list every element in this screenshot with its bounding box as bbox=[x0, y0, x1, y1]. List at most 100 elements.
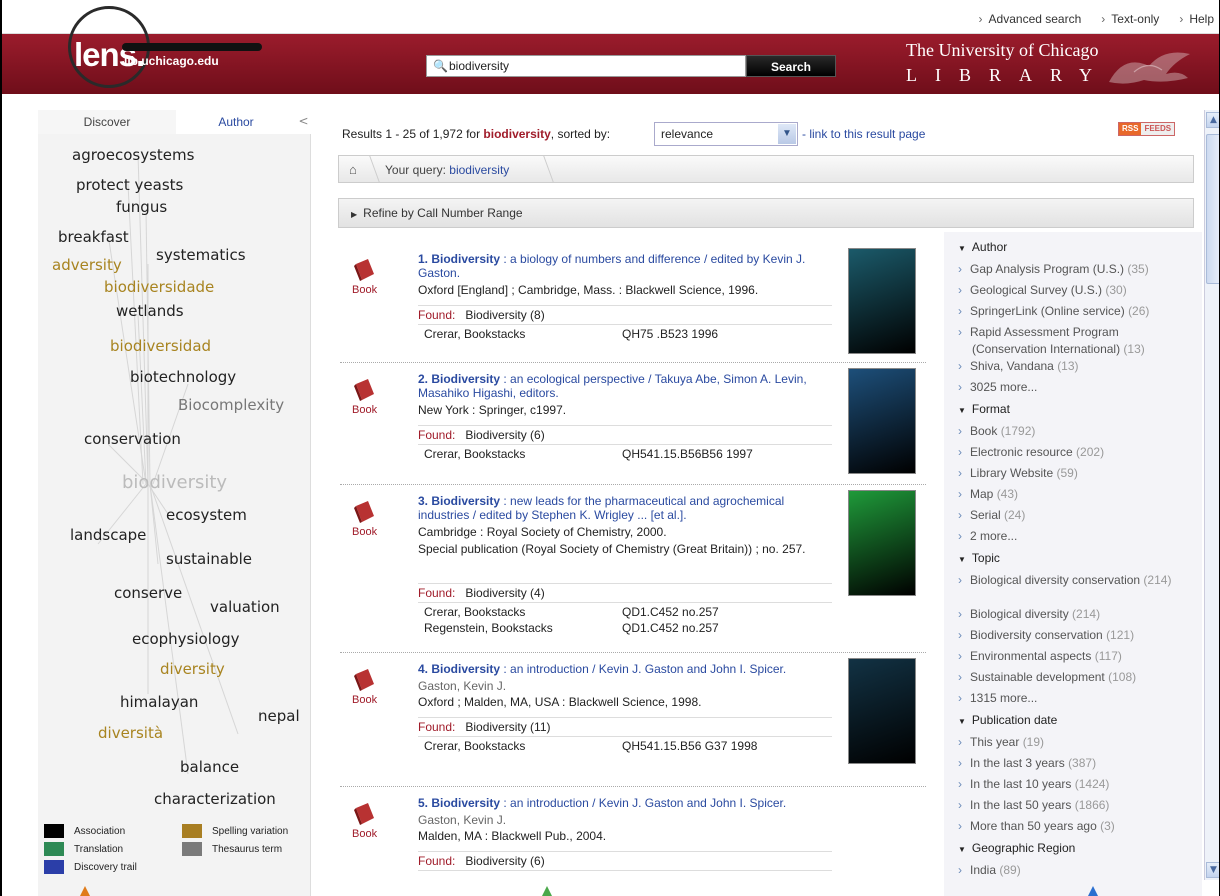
facet-item[interactable]: › Shiva, Vandana (13) bbox=[958, 358, 1194, 375]
scroll-thumb[interactable] bbox=[1206, 134, 1219, 284]
facet-item[interactable]: › India (89) bbox=[958, 862, 1194, 879]
result-title[interactable]: 5. Biodiversity : an introduction / Kevi… bbox=[418, 796, 838, 810]
book-cover-image[interactable] bbox=[848, 658, 916, 764]
facet-item[interactable]: › Biological diversity conservation (214) bbox=[958, 572, 1194, 589]
sort-select[interactable]: relevance ▼ bbox=[654, 122, 798, 146]
logo-url: lib.uchicago.edu bbox=[124, 54, 219, 68]
cloud-term[interactable]: valuation bbox=[210, 598, 280, 616]
facet-item[interactable]: › Environmental aspects (117) bbox=[958, 648, 1194, 665]
book-cover-image[interactable] bbox=[848, 490, 916, 596]
result-series: Special publication (Royal Society of Ch… bbox=[418, 542, 806, 556]
link-to-result-page[interactable]: - link to this result page bbox=[802, 127, 925, 141]
facet-heading[interactable]: ▼ Format bbox=[958, 402, 1010, 416]
uchicago-library-logo[interactable]: The University of Chicago LIBRARY bbox=[906, 40, 1110, 86]
scroll-up-icon[interactable]: ▲ bbox=[1206, 112, 1219, 128]
result-title[interactable]: 1. Biodiversity : a biology of numbers a… bbox=[418, 252, 838, 280]
cloud-term[interactable]: diversity bbox=[160, 660, 225, 678]
facet-item[interactable]: › Serial (24) bbox=[958, 507, 1194, 524]
facet-item[interactable]: › 3025 more... bbox=[958, 379, 1194, 396]
cloud-term[interactable]: sustainable bbox=[166, 550, 252, 568]
facet-item[interactable]: › Gap Analysis Program (U.S.) (35) bbox=[958, 261, 1194, 278]
cloud-term[interactable]: landscape bbox=[70, 526, 146, 544]
scrollbar[interactable]: ▲ ▼ bbox=[1204, 110, 1219, 880]
facet-item[interactable]: › Rapid Assessment Program (Conservation … bbox=[958, 324, 1194, 358]
cloud-term[interactable]: protect yeasts bbox=[76, 176, 183, 194]
search-input[interactable] bbox=[449, 58, 739, 74]
facet-item[interactable]: › Electronic resource (202) bbox=[958, 444, 1194, 461]
facet-heading[interactable]: ▼ Geographic Region bbox=[958, 841, 1075, 855]
cloud-term[interactable]: biodiversidade bbox=[104, 278, 214, 296]
cloud-term[interactable]: fungus bbox=[116, 198, 167, 216]
home-icon[interactable]: ⌂ bbox=[349, 162, 357, 177]
result-publisher: Malden, MA : Blackwell Pub., 2004. bbox=[418, 829, 607, 843]
text-only-link[interactable]: › Text-only bbox=[1101, 12, 1159, 26]
legend-label: Spelling variation bbox=[212, 825, 289, 837]
result-title[interactable]: 3. Biodiversity : new leads for the phar… bbox=[418, 494, 838, 522]
cloud-term[interactable]: biotechnology bbox=[130, 368, 236, 386]
facet-item[interactable]: › 1315 more... bbox=[958, 690, 1194, 707]
result-title[interactable]: 4. Biodiversity : an introduction / Kevi… bbox=[418, 662, 838, 676]
cloud-term[interactable]: Biocomplexity bbox=[178, 396, 284, 414]
rss-icon: RSS bbox=[1119, 123, 1142, 135]
facet-item[interactable]: › In the last 50 years (1866) bbox=[958, 797, 1194, 814]
legend-swatch bbox=[44, 860, 64, 874]
tab-discover[interactable]: Discover bbox=[38, 110, 176, 134]
tab-author[interactable]: Author bbox=[176, 110, 296, 134]
cloud-term[interactable]: agroecosystems bbox=[72, 146, 194, 164]
triangle-down-icon: ▼ bbox=[958, 406, 966, 415]
cloud-term[interactable]: balance bbox=[180, 758, 239, 776]
facet-item[interactable]: › Sustainable development (108) bbox=[958, 669, 1194, 686]
cloud-term[interactable]: breakfast bbox=[58, 228, 129, 246]
cloud-term[interactable]: characterization bbox=[154, 790, 276, 808]
help-link[interactable]: › Help bbox=[1179, 12, 1214, 26]
facet-item[interactable]: › In the last 3 years (387) bbox=[958, 755, 1194, 772]
cloud-term[interactable]: biodiversity bbox=[122, 472, 227, 493]
cloud-term[interactable]: systematics bbox=[156, 246, 246, 264]
holding-row: Crerar, Bookstacks QH541.15.B56B56 1997 bbox=[424, 447, 753, 461]
advanced-search-link[interactable]: › Advanced search bbox=[979, 12, 1082, 26]
refine-call-number[interactable]: ▶ Refine by Call Number Range bbox=[338, 198, 1194, 228]
facet-item[interactable]: › SpringerLink (Online service) (26) bbox=[958, 303, 1194, 320]
cloud-term[interactable]: wetlands bbox=[116, 302, 184, 320]
cloud-term[interactable]: conservation bbox=[84, 430, 181, 448]
facet-item[interactable]: › Library Website (59) bbox=[958, 465, 1194, 482]
book-cover-image[interactable] bbox=[848, 248, 916, 354]
cloud-term[interactable]: ecosystem bbox=[166, 506, 247, 524]
facet-item[interactable]: › Biological diversity (214) bbox=[958, 606, 1194, 623]
facet-heading[interactable]: ▼ Publication date bbox=[958, 713, 1057, 727]
search-box[interactable]: 🔍 bbox=[426, 55, 746, 77]
search-button[interactable]: Search bbox=[746, 55, 836, 77]
facet-item[interactable]: › Geological Survey (U.S.) (30) bbox=[958, 282, 1194, 299]
rss-feeds-button[interactable]: RSS FEEDS bbox=[1118, 122, 1176, 136]
facet-item[interactable]: › This year (19) bbox=[958, 734, 1194, 751]
chevron-right-icon: › bbox=[958, 283, 962, 297]
cloud-term[interactable]: biodiversidad bbox=[110, 337, 211, 355]
facet-item[interactable]: › Biodiversity conservation (121) bbox=[958, 627, 1194, 644]
facet-item[interactable]: › Map (43) bbox=[958, 486, 1194, 503]
chevron-right-icon: › bbox=[958, 359, 962, 373]
cloud-term[interactable]: nepal bbox=[258, 707, 300, 725]
chevron-right-icon: › bbox=[958, 819, 962, 833]
result-title[interactable]: 2. Biodiversity : an ecological perspect… bbox=[418, 372, 838, 400]
facet-item[interactable]: › In the last 10 years (1424) bbox=[958, 776, 1194, 793]
facet-heading[interactable]: ▼ Topic bbox=[958, 551, 1000, 565]
chevron-right-icon: › bbox=[958, 325, 962, 339]
cloud-term[interactable]: conserve bbox=[114, 584, 182, 602]
facet-item[interactable]: › More than 50 years ago (3) bbox=[958, 818, 1194, 835]
facet-item[interactable]: › 2 more... bbox=[958, 528, 1194, 545]
collapse-panel-button[interactable]: < bbox=[296, 110, 311, 134]
cloud-term[interactable]: diversità bbox=[98, 724, 163, 742]
scroll-down-icon[interactable]: ▼ bbox=[1206, 862, 1219, 878]
legend-label: Association bbox=[74, 825, 126, 837]
book-cover-image[interactable] bbox=[848, 368, 916, 474]
book-icon bbox=[352, 258, 378, 282]
breadcrumb-separator bbox=[534, 156, 554, 182]
breadcrumb-query[interactable]: Your query: biodiversity bbox=[385, 163, 509, 177]
cloud-term[interactable]: ecophysiology bbox=[132, 630, 239, 648]
cloud-term[interactable]: adversity bbox=[52, 256, 122, 274]
chevron-down-icon[interactable]: ▼ bbox=[778, 124, 796, 144]
cloud-term[interactable]: himalayan bbox=[120, 693, 198, 711]
facet-item[interactable]: › Book (1792) bbox=[958, 423, 1194, 440]
facet-heading[interactable]: ▼ Author bbox=[958, 240, 1007, 254]
triangle-down-icon: ▼ bbox=[958, 244, 966, 253]
